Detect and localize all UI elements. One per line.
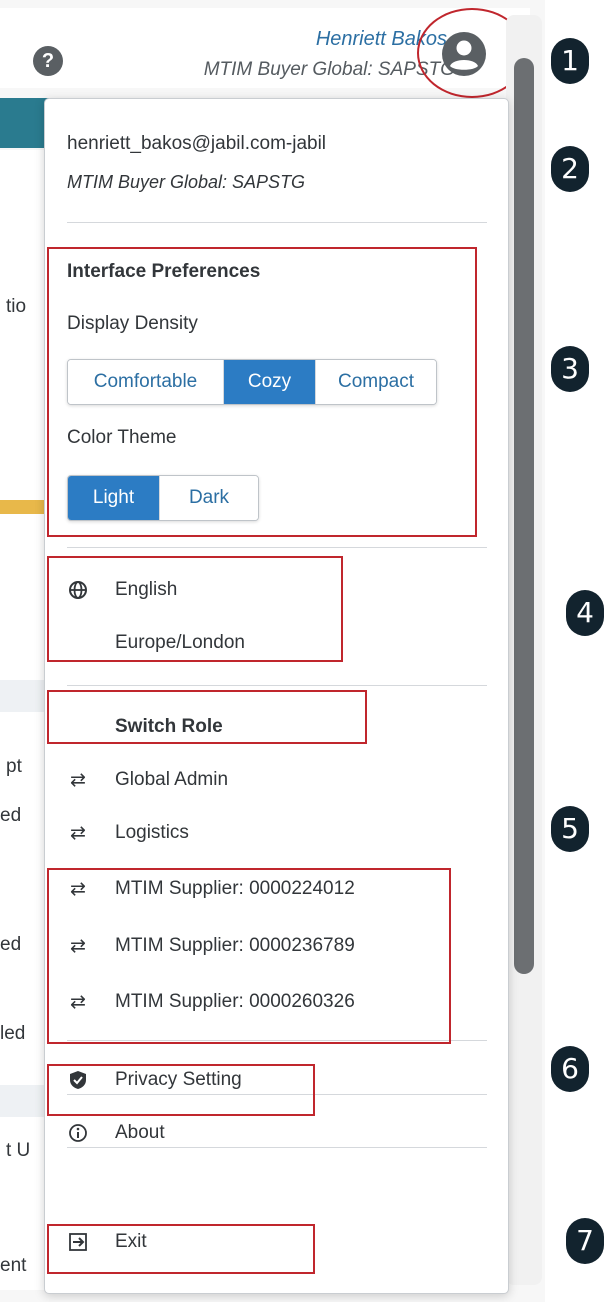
annotation-badge-2: 2	[551, 146, 589, 192]
annotation-badge-6: 6	[551, 1046, 589, 1092]
annotation-badge-1: 1	[551, 38, 589, 84]
annotation-badge-4: 4	[566, 590, 604, 636]
bg-text-fragment: ed	[0, 805, 22, 826]
help-icon[interactable]: ?	[33, 46, 63, 76]
annotation-box-privacy	[47, 1064, 315, 1116]
role-label: Global Admin	[115, 769, 229, 790]
role-item-global-admin[interactable]: ⇄ Global Admin	[67, 765, 228, 795]
scrollbar-thumb[interactable]	[514, 58, 534, 974]
annotation-badge-7: 7	[566, 1218, 604, 1264]
switch-arrows-icon: ⇄	[70, 822, 86, 844]
divider	[67, 547, 487, 548]
annotation-box-exit	[47, 1224, 315, 1274]
menu-user-email: henriett_bakos@jabil.com-jabil	[67, 133, 327, 154]
annotation-box-locale	[47, 556, 343, 662]
about-item[interactable]: About	[67, 1118, 165, 1148]
divider	[67, 222, 487, 223]
app-band	[0, 1085, 50, 1117]
annotation-box-switch-role	[47, 690, 367, 744]
annotation-badge-5: 5	[551, 806, 589, 852]
divider	[67, 1147, 487, 1148]
annotation-box-interface-preferences	[47, 247, 477, 537]
divider	[67, 685, 487, 686]
switch-arrows-icon: ⇄	[70, 769, 86, 791]
app-band	[0, 680, 50, 712]
app-content-strip	[0, 150, 50, 1290]
app-yellow-bar	[0, 500, 50, 514]
bg-text-fragment: ed	[0, 934, 22, 955]
role-item-logistics[interactable]: ⇄ Logistics	[67, 818, 189, 848]
annotation-box-supplier-roles	[47, 868, 451, 1044]
role-label: Logistics	[115, 822, 189, 843]
info-icon	[67, 1122, 89, 1144]
bg-text-fragment: led	[0, 1023, 26, 1044]
bg-text-fragment: ent	[0, 1255, 27, 1276]
about-label: About	[115, 1122, 165, 1143]
menu-user-role: MTIM Buyer Global: SAPSTG	[67, 172, 306, 192]
annotation-badge-3: 3	[551, 346, 589, 392]
